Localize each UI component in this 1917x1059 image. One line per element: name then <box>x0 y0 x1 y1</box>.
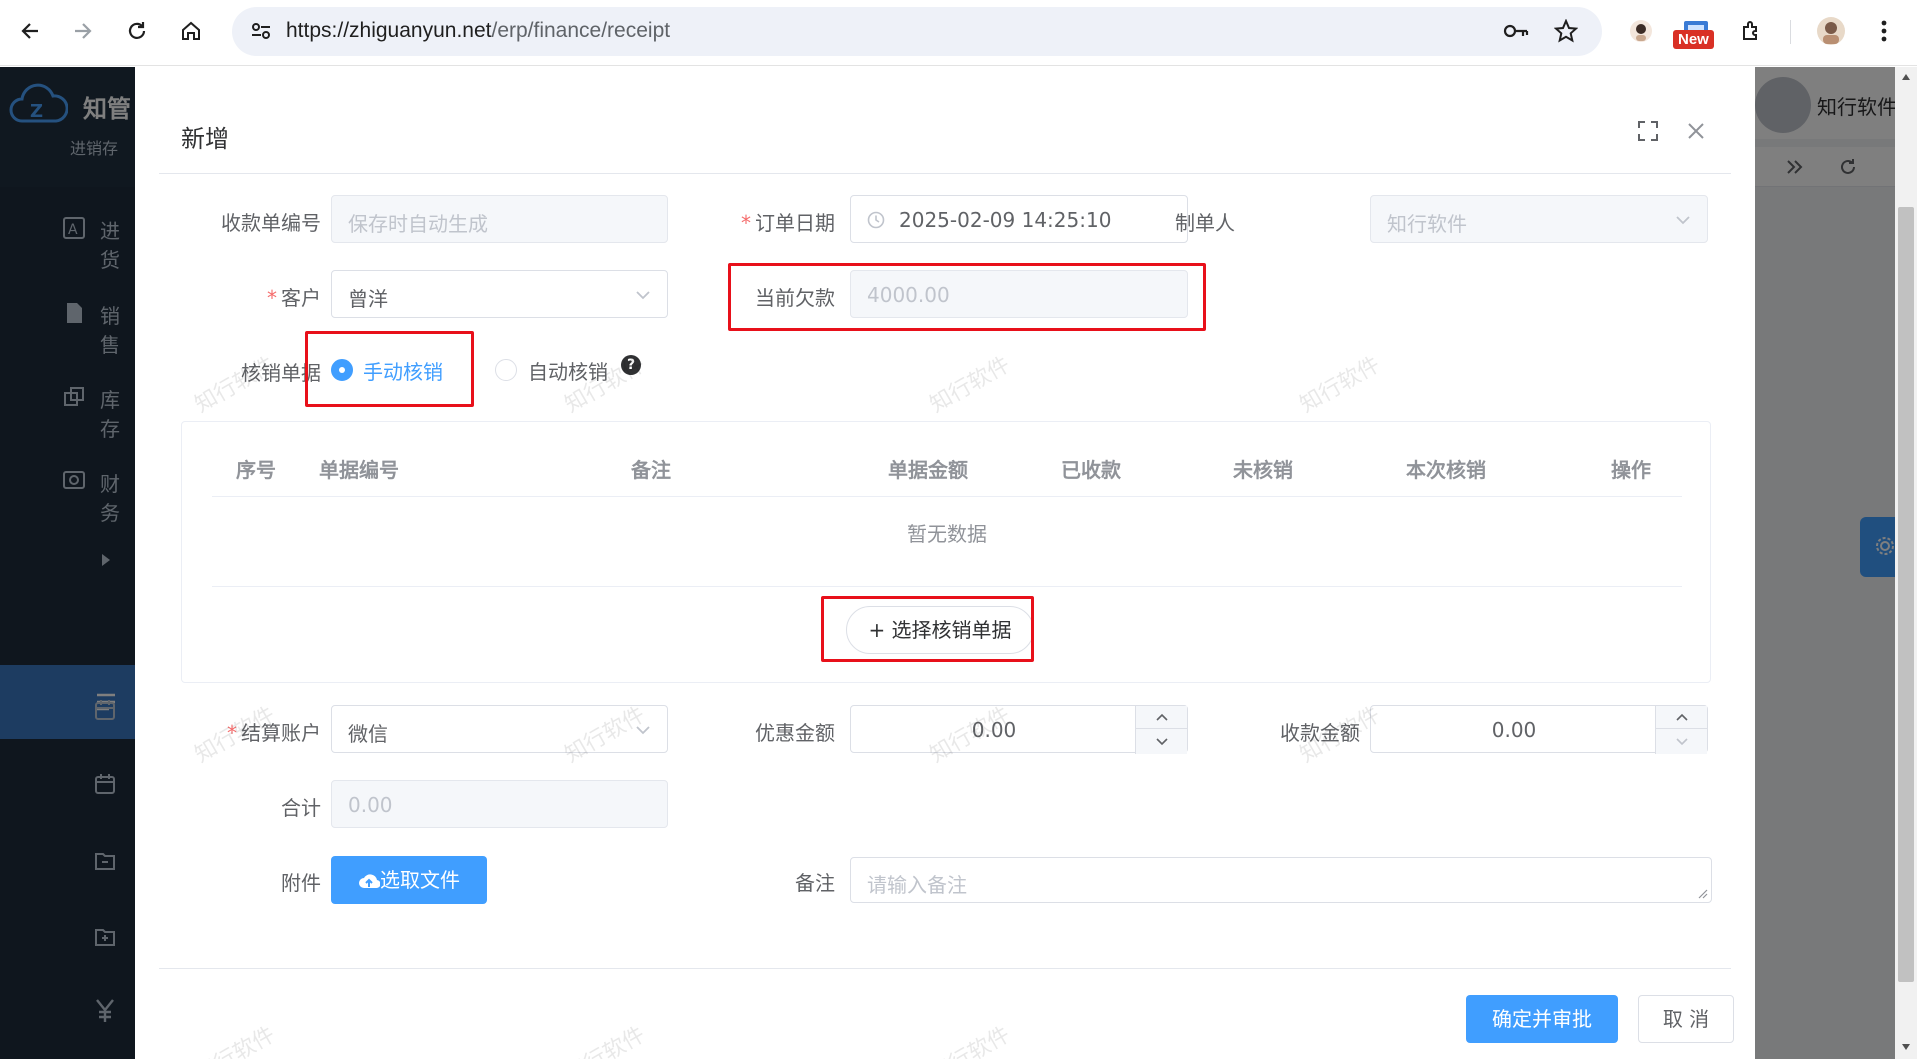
chevron-down-icon <box>1676 216 1690 225</box>
col-unsettled: 未核销 <box>1233 458 1293 482</box>
browser-toolbar: https://zhiguanyun.net/erp/finance/recei… <box>0 0 1917 66</box>
cancel-button[interactable]: 取 消 <box>1638 995 1734 1043</box>
increase-icon[interactable] <box>1656 706 1708 729</box>
creator-label: 制单人 <box>1175 211 1235 235</box>
dialog-header-divider <box>159 173 1731 174</box>
clock-icon <box>867 211 885 229</box>
receipt-amount-label: 收款金额 <box>1280 721 1360 745</box>
discount-stepper[interactable]: 0.00 <box>850 705 1188 754</box>
maximize-icon[interactable] <box>1637 120 1659 142</box>
creator-select: 知行软件 <box>1370 195 1708 243</box>
col-actions: 操作 <box>1611 458 1651 482</box>
receipt-no-input: 保存时自动生成 <box>331 195 668 243</box>
page-scrollbar[interactable] <box>1895 67 1917 1059</box>
receipt-amount-stepper-controls <box>1655 706 1708 754</box>
customer-select[interactable]: 曾洋 <box>331 270 668 318</box>
attachment-label: 附件 <box>281 871 321 895</box>
extension-avatar-icon[interactable] <box>1624 14 1658 48</box>
key-icon[interactable] <box>1502 20 1530 46</box>
col-remark: 备注 <box>631 458 671 482</box>
highlight-manual-writeoff <box>305 331 474 407</box>
order-date-picker[interactable]: 2025-02-09 14:25:10 <box>850 195 1188 243</box>
decrease-icon[interactable] <box>1656 730 1708 753</box>
dialog-footer-divider <box>159 968 1731 969</box>
watermark: 知行软件 <box>190 1022 280 1059</box>
profile-avatar-icon[interactable] <box>1814 14 1848 48</box>
empty-text: 暂无数据 <box>907 522 987 546</box>
highlight-current-debt <box>728 263 1206 331</box>
confirm-approve-button[interactable]: 确定并审批 <box>1466 995 1618 1043</box>
chrome-menu-icon[interactable] <box>1867 14 1901 48</box>
chevron-down-icon <box>636 291 650 300</box>
table-header-divider <box>212 496 1682 497</box>
remark-textarea[interactable]: 请输入备注 <box>850 857 1712 903</box>
site-info-icon[interactable] <box>250 20 272 46</box>
highlight-select-button <box>821 596 1034 662</box>
watermark: 知行软件 <box>925 1022 1015 1059</box>
add-receipt-dialog: 新增 收款单编号 保存时自动生成 * 订单日期 2025-02-09 14:25:… <box>135 67 1755 1059</box>
scroll-down-icon[interactable] <box>1901 1043 1911 1051</box>
question-help-icon[interactable]: ? <box>621 355 641 375</box>
col-seq: 序号 <box>236 458 276 482</box>
reload-icon[interactable] <box>118 12 156 50</box>
home-icon[interactable] <box>172 12 210 50</box>
dialog-title: 新增 <box>181 125 229 153</box>
table-bottom-divider <box>212 586 1682 587</box>
cloud-upload-icon <box>359 874 381 889</box>
col-this-writeoff: 本次核销 <box>1406 458 1486 482</box>
watermark: 知行软件 <box>560 1022 650 1059</box>
receipt-no-label: 收款单编号 <box>221 211 321 235</box>
back-icon[interactable] <box>11 12 49 50</box>
bookmark-star-icon[interactable] <box>1553 18 1579 47</box>
col-received: 已收款 <box>1061 458 1121 482</box>
settle-account-select[interactable]: 微信 <box>331 705 668 753</box>
scroll-up-icon[interactable] <box>1901 73 1911 81</box>
customer-label: * 客户 <box>267 286 321 310</box>
order-date-label: * 订单日期 <box>741 211 835 235</box>
extensions-puzzle-icon[interactable] <box>1735 14 1769 48</box>
total-label: 合计 <box>281 796 321 820</box>
select-file-button[interactable]: 选取文件 <box>331 856 487 904</box>
radio-auto-label[interactable]: 自动核销 <box>528 356 608 385</box>
total-input: 0.00 <box>331 780 668 828</box>
url-text: https://zhiguanyun.net/erp/finance/recei… <box>286 19 671 42</box>
forward-icon[interactable] <box>64 12 102 50</box>
col-doc-no: 单据编号 <box>319 458 399 482</box>
radio-auto-dot[interactable] <box>495 359 517 381</box>
new-badge: New <box>1673 30 1714 49</box>
watermark: 知行软件 <box>925 352 1015 418</box>
col-doc-amount: 单据金额 <box>888 458 968 482</box>
resize-handle-icon[interactable] <box>1698 889 1708 899</box>
scroll-thumb[interactable] <box>1898 207 1914 982</box>
toolbar-divider <box>1790 20 1791 44</box>
remark-label: 备注 <box>795 871 835 895</box>
address-bar[interactable]: https://zhiguanyun.net/erp/finance/recei… <box>232 7 1602 56</box>
chevron-down-icon <box>636 726 650 735</box>
settle-account-label: * 结算账户 <box>227 721 321 745</box>
watermark: 知行软件 <box>1295 352 1385 418</box>
close-icon[interactable] <box>1684 119 1708 143</box>
writeoff-doc-label: 核销单据 <box>241 361 321 385</box>
discount-label: 优惠金额 <box>755 721 835 745</box>
receipt-amount-stepper[interactable]: 0.00 <box>1370 705 1708 754</box>
